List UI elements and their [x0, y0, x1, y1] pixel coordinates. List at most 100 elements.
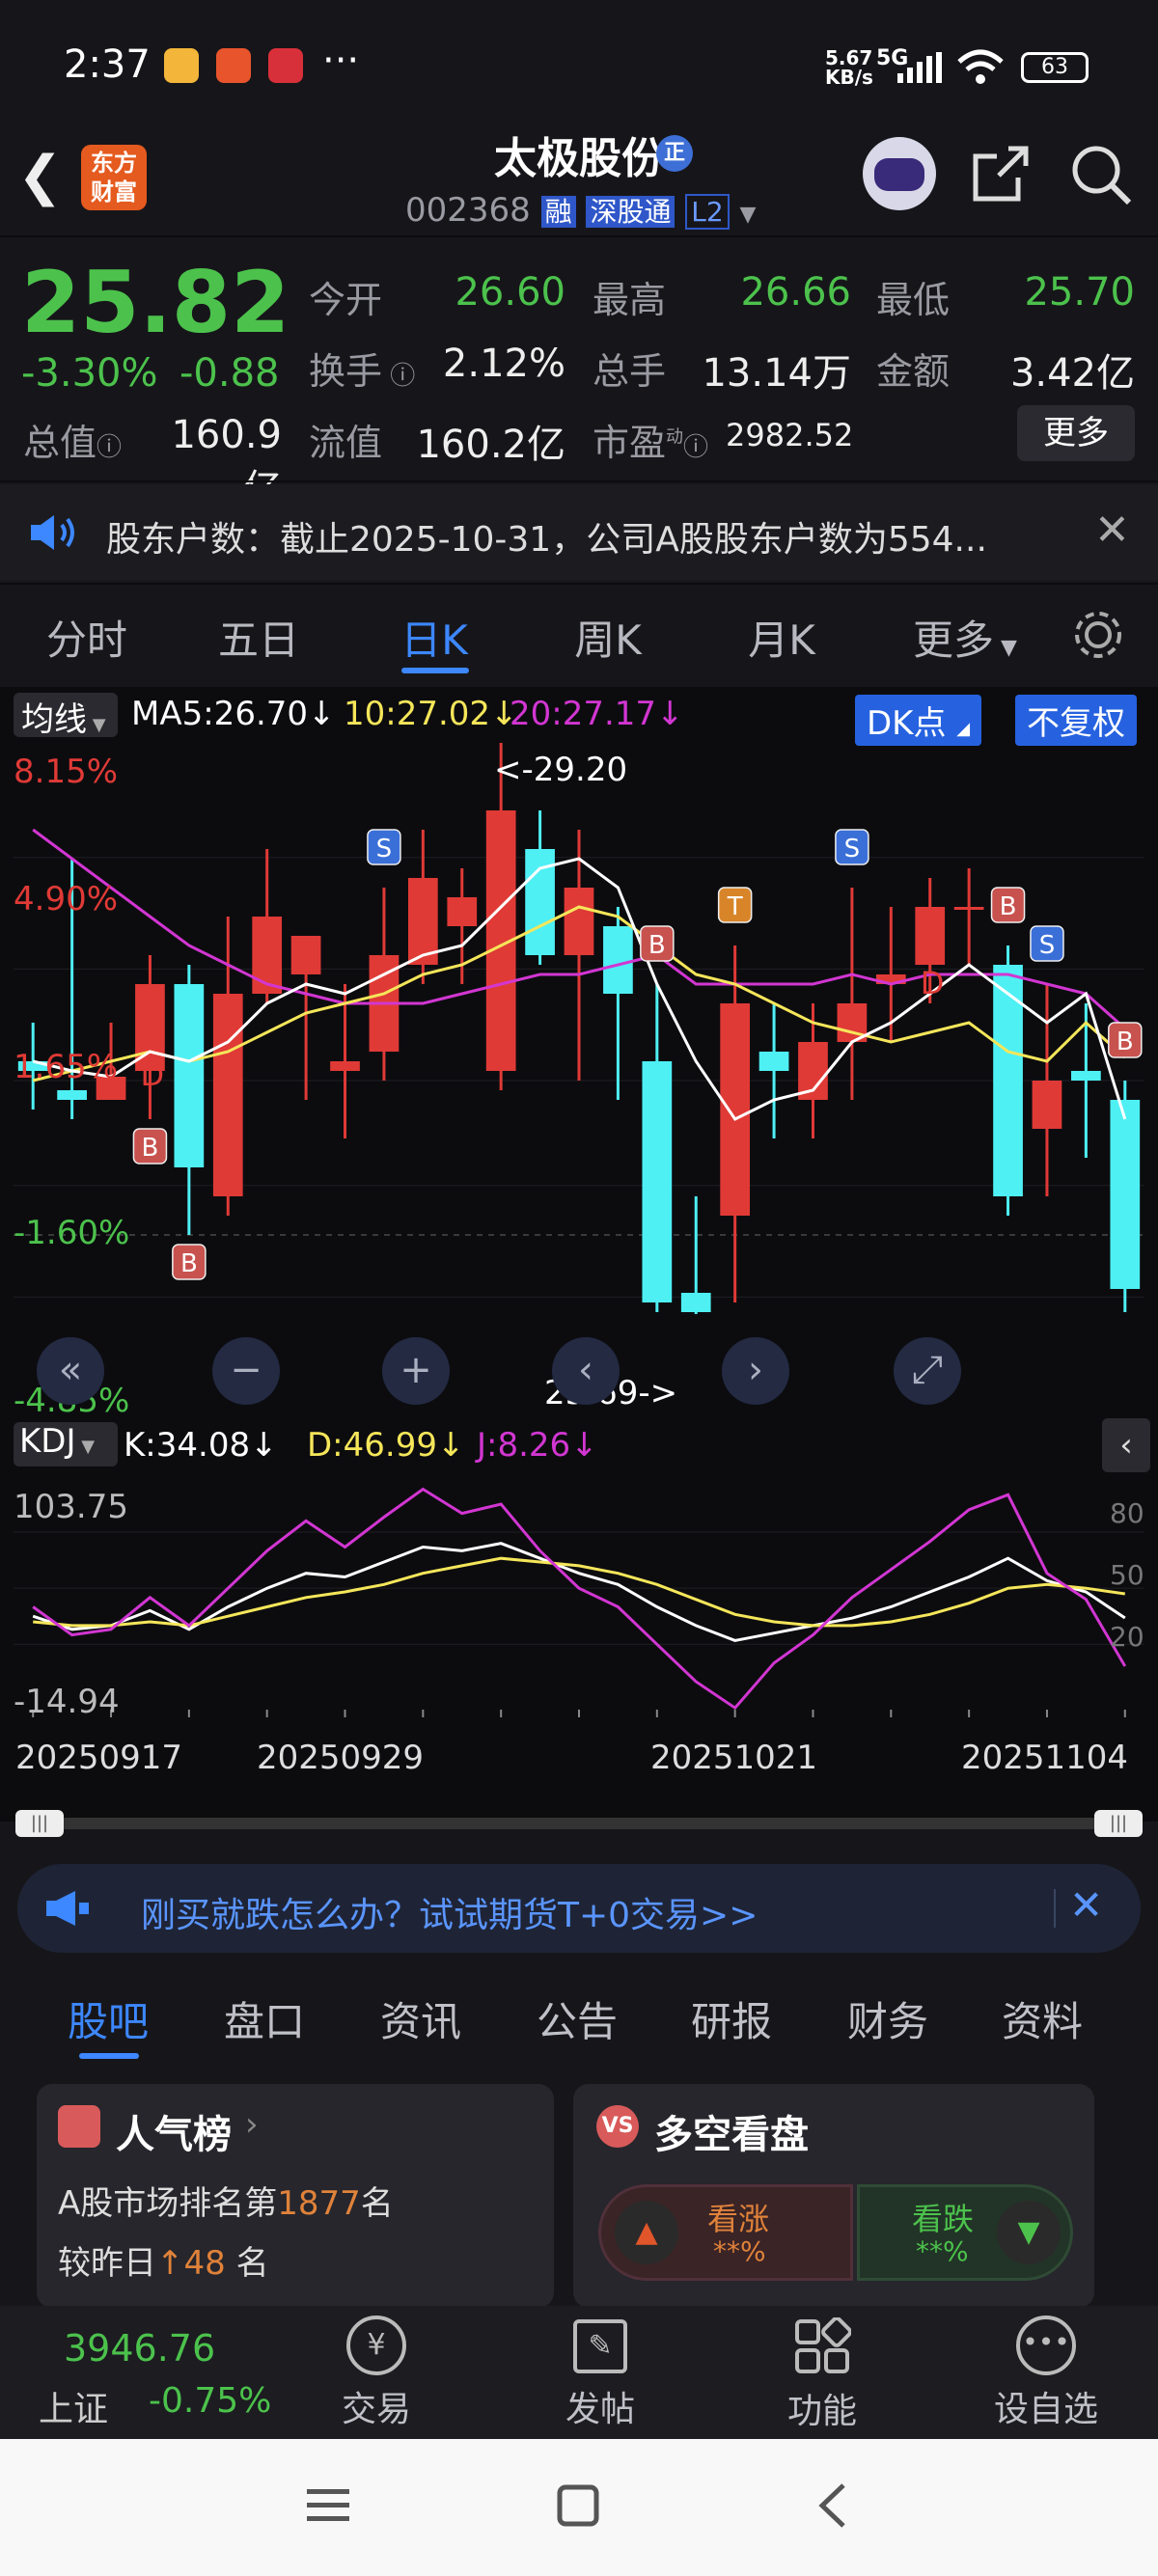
open-value: 26.60 [455, 270, 565, 315]
popularity-title: 人气榜 [116, 2113, 232, 2157]
d-legend: D:46.99↓ [307, 1426, 465, 1465]
signal-badge-text: T [727, 892, 743, 921]
turnover-label: 换手 ⓘ [309, 350, 416, 393]
sgt-tag: 深股通 [586, 196, 676, 228]
y-axis-label: 8.15% [14, 753, 119, 791]
nav-post[interactable]: ✎ 发帖 [533, 2316, 668, 2431]
signal-badge-text: S [844, 835, 861, 863]
back-icon[interactable] [813, 2481, 851, 2530]
collapse-panel-button[interactable]: ‹ [1102, 1418, 1150, 1472]
bull-bear-card[interactable]: VS 多空看盘 ▲ 看涨 **% 看跌 **% ▼ [573, 2084, 1094, 2308]
tab-weekly-k[interactable]: 周K [560, 608, 656, 667]
close-notice-icon[interactable]: ✕ [1094, 506, 1130, 555]
indicator-selector-kdj[interactable]: KDJ ▼ [14, 1422, 118, 1466]
tab-daily-k[interactable]: 日K [386, 608, 482, 667]
close-banner-icon[interactable]: ✕ [1069, 1881, 1103, 1929]
nav-functions[interactable]: 功能 [755, 2316, 890, 2433]
pe-value: 2982.52 [726, 417, 854, 453]
candle-body [212, 994, 243, 1196]
x-axis-label: 20250929 [257, 1739, 425, 1777]
speaker-icon [31, 515, 74, 550]
nav-add-watchlist[interactable]: ••• 设自选 [979, 2316, 1114, 2431]
candle-body [915, 907, 946, 965]
notice-text[interactable]: 股东户数：截止2025-10-31，公司A股股东户数为554... [106, 511, 987, 562]
home-icon[interactable] [556, 2483, 600, 2528]
range-slider-right-handle[interactable]: ||| [1094, 1810, 1143, 1837]
tab-monthly-k[interactable]: 月K [733, 608, 830, 667]
range-slider-track[interactable] [17, 1818, 1141, 1829]
l2-tag: L2 [685, 194, 730, 230]
signal-badge-text: B [142, 1134, 159, 1163]
tab-more[interactable]: 更多 ▼ [907, 608, 1023, 667]
kdj-tick: 20 [1110, 1621, 1144, 1653]
tab-profile[interactable]: 资料 [1002, 1989, 1083, 2048]
menu-icon[interactable] [305, 2485, 351, 2526]
low-value: 25.70 [1024, 270, 1135, 315]
signal-badge-text: S [376, 835, 393, 863]
vs-icon: VS [596, 2105, 639, 2148]
tab-announcements[interactable]: 公告 [537, 1989, 618, 2048]
down-arrow-icon: ▼ [997, 2201, 1061, 2264]
indicator-selector-ma[interactable]: 均线 ▼ [14, 693, 118, 739]
candle-body [174, 984, 205, 1167]
signal-label: D [921, 965, 945, 1001]
status-time: 2:37 [64, 42, 151, 87]
ranking-chart-icon [58, 2105, 100, 2148]
active-bottom-tab-indicator [79, 2053, 139, 2059]
candle-body [993, 965, 1023, 1196]
scroll-left-button[interactable]: ‹ [552, 1337, 620, 1405]
tab-order-book[interactable]: 盘口 [224, 1989, 305, 2048]
range-slider-left-handle[interactable]: ||| [15, 1810, 64, 1837]
nav-trade[interactable]: ¥ 交易 [309, 2316, 444, 2431]
x-axis-label: 20251104 [961, 1739, 1129, 1777]
scroll-left-fast-button[interactable]: « [37, 1337, 104, 1405]
tab-5day[interactable]: 五日 [210, 608, 307, 667]
zoom-out-button[interactable]: − [212, 1337, 280, 1405]
candlestick-chart[interactable]: DBBSBKTSDBKSB [0, 743, 1158, 1418]
kdj-y-max: 103.75 [14, 1488, 128, 1526]
no-adjust-button[interactable]: 不复权 [1015, 695, 1137, 746]
app-notification-icon [216, 48, 251, 83]
tab-intraday[interactable]: 分时 [39, 608, 135, 667]
turnover-value: 2.12% [442, 342, 565, 386]
float-label: 流值 [309, 422, 383, 464]
k-legend: K:34.08↓ [124, 1426, 278, 1465]
stock-code-row: 002368 融 深股通 L2 ▼ [405, 191, 757, 230]
promo-text[interactable]: 刚买就跌怎么办？试试期货T+0交易>> [141, 1887, 758, 1937]
signal-label: D [140, 1056, 164, 1093]
zoom-in-button[interactable]: + [382, 1337, 450, 1405]
candle-body [330, 1061, 360, 1071]
index-value[interactable]: 3946.76 [64, 2327, 215, 2370]
tab-forum[interactable]: 股吧 [68, 1989, 149, 2048]
tab-research[interactable]: 研报 [691, 1989, 772, 2048]
assistant-robot-icon[interactable] [863, 137, 936, 210]
tab-finance[interactable]: 财务 [847, 1989, 928, 2048]
search-icon[interactable] [1069, 143, 1133, 206]
scroll-right-button[interactable]: › [722, 1337, 789, 1405]
bull-button[interactable]: ▲ 看涨 **% [598, 2184, 853, 2281]
ma5-legend: MA5:26.70↓ [131, 695, 336, 733]
signal-badge-text: B [180, 1249, 198, 1278]
vote-title: 多空看盘 [654, 2113, 809, 2157]
verified-badge: 正 [656, 135, 693, 172]
candle-body [57, 1090, 87, 1100]
signal-icon [897, 52, 942, 83]
share-icon[interactable] [970, 143, 1032, 205]
bear-button[interactable]: 看跌 **% ▼ [857, 2184, 1073, 2281]
fullscreen-button[interactable]: ⤢ [894, 1337, 961, 1405]
status-bar: 2:37 ··· 5.67 KB/s 5G 63 [0, 0, 1158, 135]
more-button[interactable]: 更多 [1017, 405, 1135, 461]
current-price: 25.82 [21, 253, 290, 352]
dk-point-button[interactable]: DK点 ◢ [855, 695, 982, 746]
amount-value: 3.42亿 [1009, 351, 1135, 396]
post-icon: ✎ [573, 2319, 627, 2373]
mcap-label: 总值ⓘ [23, 422, 123, 464]
signal-label: K [999, 1110, 1020, 1146]
kdj-chart[interactable] [0, 1478, 1158, 1717]
candle-body [680, 1293, 711, 1312]
popularity-card[interactable]: 人气榜 › A股市场排名第1877名 较昨日↑48 名 [37, 2084, 554, 2308]
candle-body [1110, 1100, 1141, 1289]
grid-icon [795, 2317, 851, 2373]
settings-gear-icon[interactable] [1071, 608, 1125, 662]
tab-news[interactable]: 资讯 [380, 1989, 461, 2048]
